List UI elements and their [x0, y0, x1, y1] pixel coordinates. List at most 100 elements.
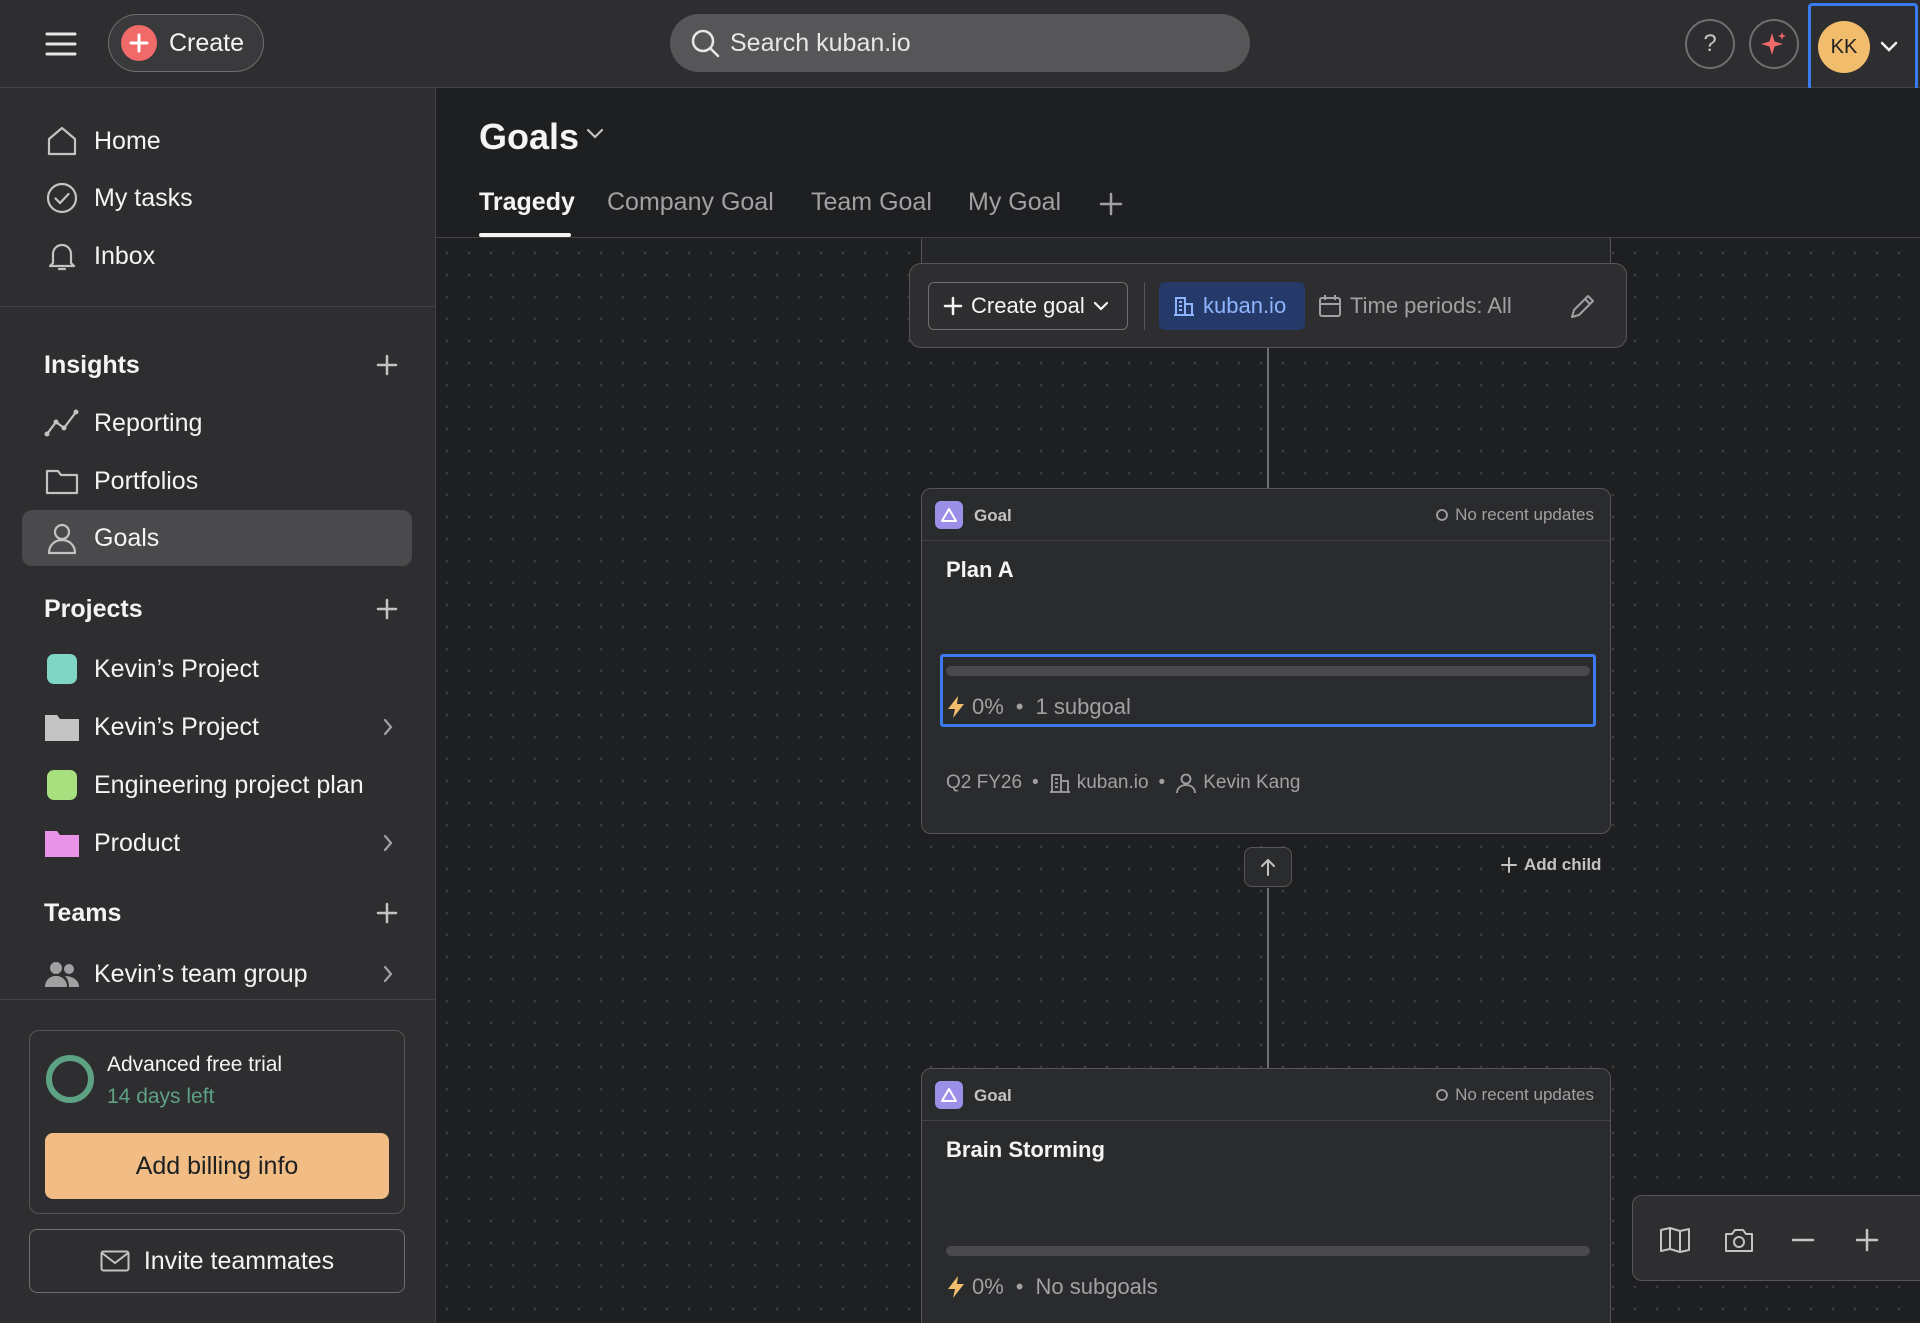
invite-teammates-label: Invite teammates: [143, 1246, 335, 1275]
account-menu-button[interactable]: KK: [1808, 3, 1918, 91]
plus-icon: [121, 25, 157, 61]
goal-subgoal-count: 1 subgoal: [1035, 694, 1131, 719]
insights-heading: Insights: [44, 351, 140, 379]
create-button[interactable]: Create: [108, 14, 264, 72]
chevron-right-icon[interactable]: [382, 833, 394, 853]
add-tab-icon[interactable]: [1098, 191, 1124, 217]
map-icon[interactable]: [1657, 1222, 1693, 1258]
sidebar-item-label: Kevin’s Project: [94, 712, 259, 741]
separator: •: [1015, 694, 1024, 719]
goal-progress-bar: [946, 1246, 1590, 1256]
camera-icon[interactable]: [1721, 1222, 1757, 1258]
invite-teammates-button[interactable]: Invite teammates: [29, 1229, 405, 1293]
trial-title: Advanced free trial: [107, 1053, 283, 1076]
goal-card-header: Goal No recent updates: [922, 489, 1610, 541]
chevron-down-icon[interactable]: [586, 128, 604, 140]
sidebar-item-label: Goals: [94, 523, 160, 552]
lightning-icon: [948, 696, 964, 718]
add-insight-icon[interactable]: [372, 350, 402, 380]
goal-progress-bar: [946, 666, 1590, 676]
folder-icon: [44, 709, 80, 745]
chevron-down-icon: [1093, 301, 1109, 311]
separator: •: [1032, 772, 1039, 793]
search-placeholder: Search kuban.io: [730, 28, 911, 57]
sidebar-item-label: Kevin’s team group: [94, 959, 308, 988]
tab-team-goal[interactable]: Team Goal: [811, 188, 932, 217]
create-goal-label: Create goal: [971, 293, 1085, 318]
projects-heading: Projects: [44, 595, 143, 623]
goals-canvas[interactable]: Goals Tragedy Company Goal Team Goal My …: [436, 88, 1920, 1323]
building-icon: [1049, 774, 1070, 793]
person-icon: [44, 520, 80, 556]
zoom-out-icon[interactable]: [1785, 1222, 1821, 1258]
sidebar-item-label: Portfolios: [94, 466, 199, 495]
page-title: Goals: [479, 116, 580, 157]
sidebar-item-label: Engineering project plan: [94, 770, 364, 799]
sidebar-item-label: Product: [94, 828, 181, 857]
sidebar-item-goals[interactable]: Goals: [22, 510, 412, 566]
sidebar-item-inbox[interactable]: Inbox: [22, 228, 412, 284]
building-icon: [1173, 295, 1195, 317]
check-circle-icon: [44, 180, 80, 216]
sidebar-item-reporting[interactable]: Reporting: [22, 395, 412, 451]
sidebar-item-team[interactable]: Kevin’s team group: [22, 946, 412, 1002]
collapse-children-button[interactable]: [1244, 847, 1292, 887]
pencil-icon[interactable]: [1568, 291, 1598, 321]
organization-label: kuban.io: [1203, 293, 1287, 318]
tab-company-goal[interactable]: Company Goal: [607, 188, 774, 217]
goal-status: No recent updates: [1435, 505, 1594, 525]
project-swatch: [47, 654, 77, 684]
goal-card[interactable]: Goal No recent updates Brain Storming 0%…: [921, 1068, 1611, 1323]
separator: •: [1015, 1274, 1024, 1299]
sidebar-item-project[interactable]: Engineering project plan: [22, 757, 412, 813]
top-bar: Create Search kuban.io ? KK: [0, 0, 1920, 91]
chevron-right-icon[interactable]: [382, 717, 394, 737]
folder-icon: [44, 825, 80, 861]
sidebar-item-home[interactable]: Home: [22, 113, 412, 169]
divider: [0, 999, 435, 1000]
goal-progress-meta: 0% • 1 subgoal: [946, 694, 1131, 720]
sidebar-item-project-folder[interactable]: Product: [22, 815, 412, 871]
goal-period: Q2 FY26: [946, 772, 1023, 793]
ai-assistant-button[interactable]: [1749, 19, 1799, 69]
organization-filter-button[interactable]: kuban.io: [1159, 282, 1305, 330]
envelope-icon: [100, 1250, 130, 1272]
hamburger-menu-icon[interactable]: [44, 27, 78, 61]
goal-owner: Kevin Kang: [1203, 772, 1301, 793]
goal-progress-meta: 0% • No subgoals: [946, 1274, 1158, 1300]
goal-status-label: No recent updates: [1455, 505, 1594, 524]
person-icon: [1176, 773, 1197, 794]
goal-progress-area[interactable]: 0% • 1 subgoal: [940, 654, 1596, 727]
goal-toolbar: Create goal kuban.io Time periods: All: [909, 263, 1627, 348]
sidebar-item-portfolios[interactable]: Portfolios: [22, 453, 412, 509]
add-project-icon[interactable]: [372, 594, 402, 624]
time-periods-filter-button[interactable]: Time periods: All: [1318, 282, 1512, 330]
canvas-controls: [1632, 1195, 1920, 1281]
add-child-button[interactable]: Add child: [1500, 855, 1601, 875]
status-circle-icon: [1436, 1089, 1448, 1101]
line-chart-icon: [44, 405, 80, 441]
sidebar-item-label: Home: [94, 126, 161, 155]
create-goal-button[interactable]: Create goal: [928, 282, 1128, 330]
goal-type-label: Goal: [974, 506, 1012, 525]
add-billing-info-button[interactable]: Add billing info: [45, 1133, 389, 1199]
sidebar-item-my-tasks[interactable]: My tasks: [22, 170, 412, 226]
sidebar-item-project-folder[interactable]: Kevin’s Project: [22, 699, 412, 755]
search-input[interactable]: Search kuban.io: [670, 14, 1250, 72]
trial-card: Advanced free trial 14 days left Add bil…: [29, 1030, 405, 1214]
tab-tragedy[interactable]: Tragedy: [479, 188, 575, 217]
add-team-icon[interactable]: [372, 898, 402, 928]
goal-status-label: No recent updates: [1455, 1085, 1594, 1104]
goal-name: Plan A: [946, 557, 1014, 582]
goal-card[interactable]: Goal No recent updates Plan A 0% • 1 sub…: [921, 488, 1611, 834]
goal-type-label: Goal: [974, 1086, 1012, 1105]
goal-status: No recent updates: [1435, 1085, 1594, 1105]
goal-subgoal-count: No subgoals: [1035, 1274, 1158, 1299]
sidebar-item-project[interactable]: Kevin’s Project: [22, 641, 412, 697]
tab-my-goal[interactable]: My Goal: [968, 188, 1061, 217]
help-button[interactable]: ?: [1685, 19, 1735, 69]
separator: •: [1158, 772, 1166, 793]
chevron-right-icon[interactable]: [382, 964, 394, 984]
zoom-in-icon[interactable]: [1849, 1222, 1885, 1258]
arrow-up-icon: [1261, 858, 1275, 876]
